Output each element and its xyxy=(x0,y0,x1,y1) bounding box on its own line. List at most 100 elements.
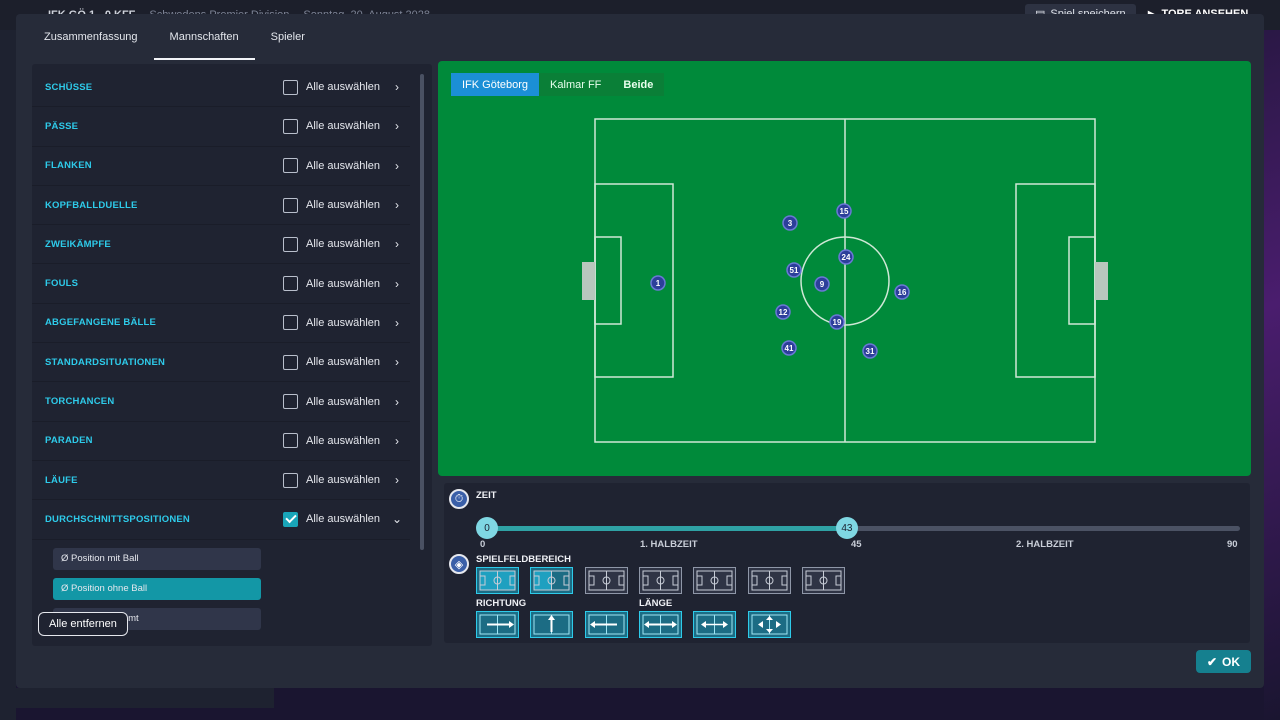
chevron-down-icon[interactable]: ⌄ xyxy=(390,512,404,526)
chevron-right-icon[interactable]: › xyxy=(390,159,404,173)
category-row[interactable]: LÄUFE Alle auswählen › xyxy=(32,460,410,501)
category-row[interactable]: SCHÜSSE Alle auswählen › xyxy=(32,68,410,108)
player-marker[interactable]: 31 xyxy=(862,343,878,359)
length-option[interactable] xyxy=(638,611,682,638)
chevron-right-icon[interactable]: › xyxy=(390,277,404,291)
time-slider-end-handle[interactable]: 43 xyxy=(835,517,858,539)
direction-arrow-icon xyxy=(533,614,570,635)
tab-summary[interactable]: Zusammenfassung xyxy=(16,14,154,60)
category-row[interactable]: KOPFBALLDUELLE Alle auswählen › xyxy=(32,185,410,226)
pitch-area-icon: ◈ xyxy=(449,554,469,574)
time-tick-45: 45 xyxy=(851,539,862,550)
player-marker[interactable]: 12 xyxy=(775,304,791,320)
select-all-checkbox[interactable] xyxy=(283,236,298,252)
pitch-area-icon xyxy=(642,570,679,591)
chevron-right-icon[interactable]: › xyxy=(390,119,404,133)
select-all-checkbox[interactable] xyxy=(283,472,298,488)
pitch-area-option[interactable] xyxy=(638,567,682,594)
player-number: 12 xyxy=(779,308,788,317)
direction-option[interactable] xyxy=(476,611,519,638)
select-all-checkbox[interactable] xyxy=(283,511,298,527)
select-all-checkbox[interactable] xyxy=(283,197,298,213)
chevron-right-icon[interactable]: › xyxy=(390,316,404,330)
match-analysis-modal: Zusammenfassung Mannschaften Spieler SCH… xyxy=(16,14,1264,688)
pitch-area-option[interactable] xyxy=(801,567,845,594)
category-scrollbar[interactable] xyxy=(420,74,424,550)
select-all-checkbox[interactable] xyxy=(283,118,298,134)
category-row[interactable]: TORCHANCEN Alle auswählen › xyxy=(32,382,410,422)
chevron-right-icon[interactable]: › xyxy=(390,473,404,487)
category-row[interactable]: ABGEFANGENE BÄLLE Alle auswählen › xyxy=(32,303,410,344)
player-number: 51 xyxy=(790,266,799,275)
category-controls: Alle auswählen › xyxy=(283,118,404,134)
player-marker[interactable]: 3 xyxy=(782,215,798,231)
pitch-area-option[interactable] xyxy=(747,567,791,594)
direction-arrow-icon xyxy=(696,614,733,635)
direction-option[interactable] xyxy=(584,611,628,638)
pitch-panel: 1 3 15 24 51 9 16 12 19 41 31 IFK Göteborg Kalmar … xyxy=(438,61,1251,476)
time-slider-start-handle[interactable]: 0 xyxy=(476,517,498,539)
player-marker[interactable]: 19 xyxy=(829,314,845,330)
player-number: 1 xyxy=(656,279,661,288)
pitch-area-option[interactable] xyxy=(693,567,737,594)
player-marker[interactable]: 9 xyxy=(814,276,830,292)
length-option[interactable] xyxy=(747,611,791,638)
category-row[interactable]: PARADEN Alle auswählen › xyxy=(32,421,410,461)
player-marker[interactable]: 16 xyxy=(894,284,910,300)
category-row[interactable]: ZWEIKÄMPFE Alle auswählen › xyxy=(32,225,410,265)
pitch-area-icon xyxy=(696,570,733,591)
pitch-area-icon xyxy=(588,570,625,591)
modal-tabs: Zusammenfassung Mannschaften Spieler xyxy=(16,14,321,62)
category-controls: Alle auswählen › xyxy=(283,394,404,410)
select-all-checkbox[interactable] xyxy=(283,354,298,370)
player-marker[interactable]: 24 xyxy=(838,249,854,265)
right-penalty-area xyxy=(1015,183,1096,378)
select-all-checkbox[interactable] xyxy=(283,276,298,292)
tab-teams[interactable]: Mannschaften xyxy=(153,14,255,60)
chevron-right-icon[interactable]: › xyxy=(390,395,404,409)
remove-all-button[interactable]: Alle entfernen xyxy=(38,612,128,636)
chevron-right-icon[interactable]: › xyxy=(390,237,404,251)
pitch-area-option[interactable] xyxy=(476,567,519,594)
select-all-label: Alle auswählen xyxy=(306,238,380,251)
filter-controls: ⏱ ZEIT 0 43 0 1. HALBZEIT 45 2. HALBZEIT… xyxy=(444,483,1250,643)
select-all-checkbox[interactable] xyxy=(283,394,298,410)
category-row[interactable]: FOULS Alle auswählen › xyxy=(32,264,410,304)
team-tab-ifk-goteborg[interactable]: IFK Göteborg xyxy=(451,73,540,96)
select-all-checkbox[interactable] xyxy=(283,79,298,95)
category-label: PARADEN xyxy=(45,435,93,447)
player-number: 41 xyxy=(785,344,794,353)
category-row[interactable]: FLANKEN Alle auswählen › xyxy=(32,146,410,186)
team-selector: IFK Göteborg Kalmar FF Beide xyxy=(451,73,665,96)
left-goal xyxy=(582,262,595,300)
position-option[interactable]: Ø Position mit Ball xyxy=(53,547,261,570)
player-number: 3 xyxy=(788,219,793,228)
chevron-right-icon[interactable]: › xyxy=(390,80,404,94)
category-controls: Alle auswählen › xyxy=(283,276,404,292)
ok-button[interactable]: ✔ OK xyxy=(1196,650,1251,673)
player-marker[interactable]: 51 xyxy=(786,262,802,278)
time-slider-fill xyxy=(487,526,847,531)
position-option[interactable]: Ø Position ohne Ball xyxy=(53,577,261,600)
select-all-checkbox[interactable] xyxy=(283,158,298,174)
length-option[interactable] xyxy=(693,611,737,638)
category-row[interactable]: DURCHSCHNITTSPOSITIONEN Alle auswählen ⌄ xyxy=(32,500,410,540)
time-tick-90: 90 xyxy=(1227,539,1238,550)
select-all-label: Alle auswählen xyxy=(306,316,380,329)
chevron-right-icon[interactable]: › xyxy=(390,355,404,369)
pitch-area-option[interactable] xyxy=(584,567,628,594)
chevron-right-icon[interactable]: › xyxy=(390,198,404,212)
tab-players[interactable]: Spieler xyxy=(255,14,321,60)
select-all-checkbox[interactable] xyxy=(283,433,298,449)
chevron-right-icon[interactable]: › xyxy=(390,434,404,448)
team-tab-kalmar-ff[interactable]: Kalmar FF xyxy=(539,73,613,96)
direction-option[interactable] xyxy=(530,611,574,638)
select-all-checkbox[interactable] xyxy=(283,315,298,331)
player-marker[interactable]: 1 xyxy=(650,275,666,291)
team-tab-both[interactable]: Beide xyxy=(612,73,665,96)
category-row[interactable]: STANDARDSITUATIONEN Alle auswählen › xyxy=(32,343,410,383)
pitch-area-option[interactable] xyxy=(530,567,574,594)
category-row[interactable]: PÄSSE Alle auswählen › xyxy=(32,107,410,147)
player-marker[interactable]: 15 xyxy=(836,203,852,219)
player-marker[interactable]: 41 xyxy=(781,340,797,356)
